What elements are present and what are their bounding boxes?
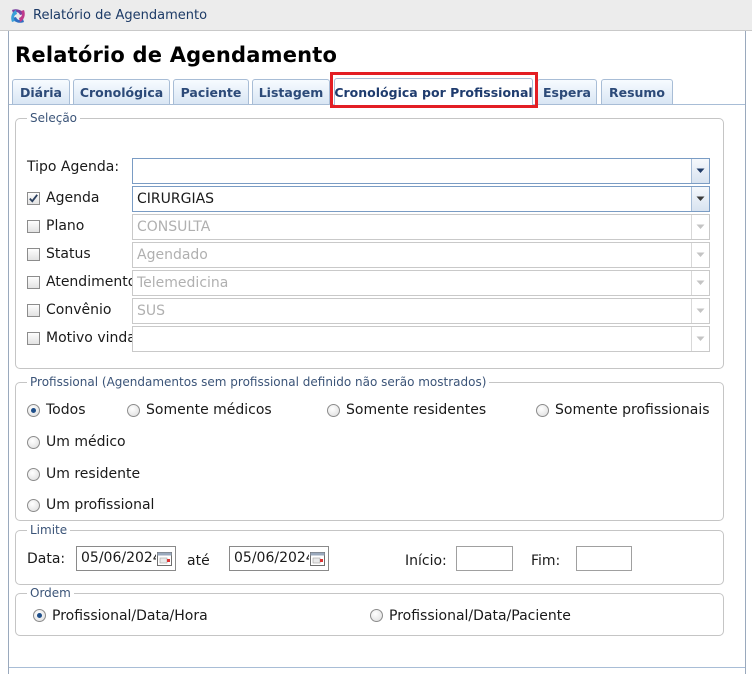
tab-diaria[interactable]: Diária [12, 79, 70, 104]
plano-value: CONSULTA [137, 219, 211, 235]
status-value: Agendado [137, 247, 208, 263]
tab-resumo[interactable]: Resumo [601, 79, 673, 104]
agenda-combo[interactable]: CIRURGIAS [132, 186, 710, 212]
plano-combo[interactable]: CONSULTA [132, 214, 710, 240]
status-label: Status [46, 246, 91, 262]
radio-um-medico-label[interactable]: Um médico [46, 433, 126, 451]
atendimento-label: Atendimento [46, 274, 137, 290]
app-logo-icon [11, 9, 25, 23]
tab-paciente[interactable]: Paciente [173, 79, 249, 104]
chevron-down-icon[interactable] [691, 271, 709, 295]
data-inicio-value: 05/06/2024 [81, 550, 156, 566]
hora-fim-input[interactable] [576, 546, 632, 571]
plano-label: Plano [46, 218, 85, 234]
motivo-vinda-combo[interactable] [132, 326, 710, 352]
radio-somente-profissionais[interactable] [536, 404, 549, 417]
data-inicio-field[interactable]: 05/06/2024 [76, 546, 176, 571]
radio-todos[interactable] [27, 404, 40, 417]
convenio-value: SUS [137, 303, 166, 319]
radio-somente-medicos-label[interactable]: Somente médicos [146, 401, 272, 419]
tab-espera[interactable]: Espera [537, 79, 597, 104]
convenio-combo[interactable]: SUS [132, 298, 710, 324]
atendimento-combo[interactable]: Telemedicina [132, 270, 710, 296]
data-fim-value: 05/06/2024 [234, 550, 309, 566]
page-title: Relatório de Agendamento [15, 43, 338, 67]
calendar-icon[interactable] [157, 551, 172, 566]
motivo-vinda-label: Motivo vinda [46, 330, 136, 346]
radio-somente-medicos[interactable] [127, 404, 140, 417]
chevron-down-icon[interactable] [691, 215, 709, 239]
chevron-down-icon[interactable] [691, 159, 709, 183]
limite-legend: Limite [27, 523, 71, 538]
status-checkbox[interactable] [27, 248, 40, 261]
radio-um-residente-label[interactable]: Um residente [46, 465, 140, 483]
tab-cronologica-por-profissional[interactable]: Cronológica por Profissional [334, 78, 533, 105]
radio-um-medico[interactable] [27, 436, 40, 449]
radio-todos-label[interactable]: Todos [46, 401, 85, 419]
radio-somente-profissionais-label[interactable]: Somente profissionais [555, 401, 710, 419]
window-title: Relatório de Agendamento [33, 8, 208, 23]
atendimento-value: Telemedicina [137, 275, 229, 291]
window-titlebar: Relatório de Agendamento [0, 0, 752, 31]
hora-inicio-input[interactable] [456, 546, 513, 571]
radio-profissional-data-hora[interactable] [33, 609, 46, 622]
check-icon [29, 194, 38, 203]
plano-checkbox[interactable] [27, 220, 40, 233]
convenio-label: Convênio [46, 302, 112, 318]
agenda-value: CIRURGIAS [137, 191, 215, 207]
chevron-down-icon[interactable] [691, 243, 709, 267]
convenio-checkbox[interactable] [27, 304, 40, 317]
radio-somente-residentes-label[interactable]: Somente residentes [346, 401, 486, 419]
radio-profissional-data-paciente-label[interactable]: Profissional/Data/Paciente [389, 607, 571, 625]
selecao-legend: Seleção [27, 111, 81, 126]
ate-label: até [187, 553, 210, 569]
tab-cronologica[interactable]: Cronológica [73, 79, 170, 104]
data-label: Data: [27, 551, 66, 567]
status-combo[interactable]: Agendado [132, 242, 710, 268]
agenda-checkbox[interactable] [27, 192, 40, 205]
data-fim-field[interactable]: 05/06/2024 [229, 546, 329, 571]
atendimento-checkbox[interactable] [27, 276, 40, 289]
agenda-label: Agenda [46, 190, 100, 206]
radio-somente-residentes[interactable] [327, 404, 340, 417]
tipo-agenda-label: Tipo Agenda: [27, 159, 120, 175]
tab-listagem[interactable]: Listagem [252, 79, 330, 104]
radio-um-profissional-label[interactable]: Um profissional [46, 496, 154, 514]
chevron-down-icon[interactable] [691, 187, 709, 211]
chevron-down-icon[interactable] [691, 299, 709, 323]
ordem-legend: Ordem [27, 586, 74, 601]
radio-profissional-data-hora-label[interactable]: Profissional/Data/Hora [52, 607, 208, 625]
chevron-down-icon[interactable] [691, 327, 709, 351]
panel-bottom-border [9, 667, 745, 668]
radio-profissional-data-paciente[interactable] [370, 609, 383, 622]
fim-label: Fim: [531, 553, 561, 569]
inicio-label: Início: [405, 553, 447, 569]
motivo-vinda-checkbox[interactable] [27, 332, 40, 345]
profissional-legend: Profissional (Agendamentos sem profissio… [27, 375, 490, 390]
calendar-icon[interactable] [310, 551, 325, 566]
tipo-agenda-combo[interactable] [132, 158, 710, 184]
radio-um-residente[interactable] [27, 468, 40, 481]
radio-um-profissional[interactable] [27, 499, 40, 512]
